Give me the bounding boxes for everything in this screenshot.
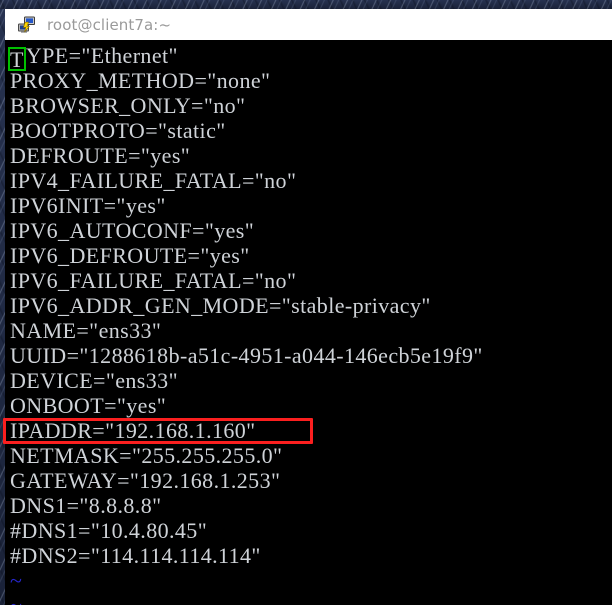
terminal-line: IPV6_AUTOCONF="yes"	[10, 218, 255, 243]
terminal-line: BROWSER_ONLY="no"	[10, 93, 246, 118]
terminal-line: DNS1="8.8.8.8"	[10, 493, 162, 518]
terminal-line: GATEWAY="192.168.1.253"	[10, 468, 281, 493]
terminal-line: IPV6_FAILURE_FATAL="no"	[10, 268, 297, 293]
terminal-line: IPV4_FAILURE_FATAL="no"	[10, 168, 297, 193]
terminal-line: #DNS2="114.114.114.114"	[10, 543, 261, 568]
terminal-line: IPV6_ADDR_GEN_MODE="stable-privacy"	[10, 293, 431, 318]
terminal-line: IPV6INIT="yes"	[10, 193, 166, 218]
terminal-line: IPV6_DEFROUTE="yes"	[10, 243, 250, 268]
terminal-line: TYPE="Ethernet"	[8, 43, 178, 72]
terminal-line: NAME="ens33"	[10, 318, 162, 343]
terminal-line: DEVICE="ens33"	[10, 368, 178, 393]
terminal-line: IPADDR="192.168.1.160"	[10, 418, 256, 443]
terminal-line: UUID="1288618b-a51c-4951-a044-146ecb5e19…	[10, 343, 483, 368]
terminal-line: DEFROUTE="yes"	[10, 143, 191, 168]
terminal-line: NETMASK="255.255.255.0"	[10, 443, 283, 468]
terminal-line: #DNS1="10.4.80.45"	[10, 518, 208, 543]
terminal-screen[interactable]: TYPE="Ethernet" PROXY_METHOD="none" BROWSE…	[5, 40, 612, 605]
desktop-background-top	[0, 0, 612, 9]
terminal-line: BOOTPROTO="static"	[10, 118, 226, 143]
putty-terminal-icon	[17, 15, 37, 35]
terminal-line: ~	[10, 568, 23, 593]
window-titlebar[interactable]: root@client7a:~	[5, 9, 612, 40]
putty-terminal-window: root@client7a:~ TYPE="Ethernet" PROXY_MET…	[0, 0, 612, 605]
terminal-line: PROXY_METHOD="none"	[10, 68, 271, 93]
terminal-line: ONBOOT="yes"	[10, 393, 167, 418]
window-title-text: root@client7a:~	[47, 15, 172, 34]
terminal-line: ~	[10, 593, 612, 605]
